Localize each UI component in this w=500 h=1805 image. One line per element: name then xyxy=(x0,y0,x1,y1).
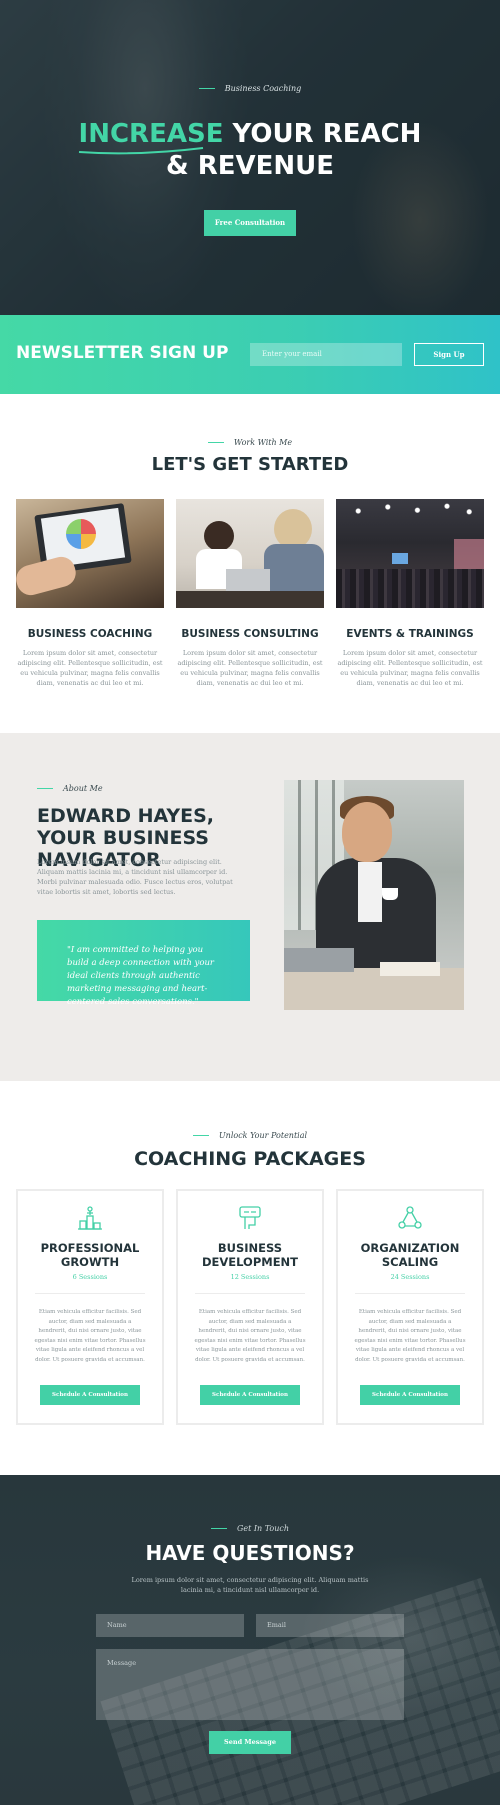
services-list: BUSINESS COACHING Lorem ipsum dolor sit … xyxy=(16,499,484,688)
eyebrow-line xyxy=(192,1135,209,1136)
package-card-scaling: ORGANIZATION SCALING 24 Sessions Etiam v… xyxy=(336,1189,484,1425)
package-sessions: 24 Sessions xyxy=(390,1273,430,1281)
divider xyxy=(35,1293,145,1294)
eyebrow-line xyxy=(210,1528,227,1529)
newsletter-title: NEWSLETTER SIGN UP xyxy=(16,343,229,363)
service-text: Lorem ipsum dolor sit amet, consectetur … xyxy=(177,649,323,687)
packages-eyebrow: Unlock Your Potential xyxy=(0,1131,500,1140)
divider xyxy=(355,1293,465,1294)
newsletter-section: NEWSLETTER SIGN UP Enter your email Sign… xyxy=(0,315,500,394)
about-eyebrow-text: About Me xyxy=(63,784,103,793)
services-title: LET'S GET STARTED xyxy=(151,454,349,475)
schedule-consultation-button[interactable]: Schedule A Consultation xyxy=(360,1385,460,1405)
package-text: Etiam vehicula efficitur facilisis. Sed … xyxy=(194,1309,306,1363)
package-card-growth: PROFESSIONAL GROWTH 6 Sessions Etiam veh… xyxy=(16,1189,164,1425)
services-section: Work With Me LET'S GET STARTED BUSINESS … xyxy=(0,394,500,733)
contact-title: HAVE QUESTIONS? xyxy=(145,1541,355,1565)
message-field[interactable]: Message xyxy=(96,1649,404,1720)
package-sessions: 12 Sessions xyxy=(230,1273,270,1281)
service-text: Lorem ipsum dolor sit amet, consectetur … xyxy=(17,649,163,687)
laptop-shape xyxy=(284,948,354,972)
newsletter-signup-button[interactable]: Sign Up xyxy=(414,343,484,366)
service-title: EVENTS & TRAININGS xyxy=(346,628,474,640)
divider xyxy=(195,1293,305,1294)
hero-title-rest: YOUR REACH xyxy=(223,119,422,149)
packages-eyebrow-text: Unlock Your Potential xyxy=(218,1131,308,1140)
hand-shape xyxy=(16,553,79,599)
underline-swoosh-icon xyxy=(78,147,203,155)
person-head xyxy=(204,521,234,551)
services-eyebrow-text: Work With Me xyxy=(233,438,293,447)
package-text: Etiam vehicula efficitur facilisis. Sed … xyxy=(34,1309,146,1363)
person-head xyxy=(274,509,312,549)
service-card-events: EVENTS & TRAININGS Lorem ipsum dolor sit… xyxy=(336,499,484,688)
stage-screen xyxy=(392,553,408,564)
package-card-development: BUSINESS DEVELOPMENT 12 Sessions Etiam v… xyxy=(176,1189,324,1425)
service-title: BUSINESS CONSULTING xyxy=(181,628,319,640)
contact-section: Get In Touch HAVE QUESTIONS? Lorem ipsum… xyxy=(0,1475,500,1805)
send-message-button[interactable]: Send Message xyxy=(209,1731,291,1754)
laptop-shape xyxy=(226,569,270,593)
eyebrow-line xyxy=(207,442,224,443)
eyebrow-line xyxy=(37,788,53,789)
contact-eyebrow-text: Get In Touch xyxy=(236,1524,290,1533)
about-eyebrow: About Me xyxy=(37,784,103,793)
about-text: Lorem ipsum dolor sit amet, consectetur … xyxy=(37,858,233,896)
coffee-cup-shape xyxy=(382,888,398,900)
about-quote: "I am committed to helping you build a d… xyxy=(37,920,250,1007)
coach-portrait xyxy=(284,780,464,1010)
contact-eyebrow: Get In Touch xyxy=(0,1524,500,1533)
table-shape xyxy=(176,591,324,608)
hero-title-accent-text: INCREASE xyxy=(78,119,224,149)
service-photo-meeting xyxy=(176,499,324,608)
email-field[interactable]: Email xyxy=(256,1614,404,1637)
papers-shape xyxy=(380,962,440,976)
face-shape xyxy=(342,802,392,862)
free-consultation-button[interactable]: Free Consultation xyxy=(204,210,296,236)
contact-text: Lorem ipsum dolor sit amet, consectetur … xyxy=(131,1576,369,1594)
package-sessions: 6 Sessions xyxy=(72,1273,108,1281)
hero-section: Business Coaching INCREASE YOUR REACH & … xyxy=(0,0,500,315)
service-photo-laptop-chart xyxy=(16,499,164,608)
name-field[interactable]: Name xyxy=(96,1614,244,1637)
hero-title-accent: INCREASE xyxy=(78,119,224,155)
ceiling-lights xyxy=(336,499,484,539)
packages-title: COACHING PACKAGES xyxy=(134,1148,366,1170)
service-card-coaching: BUSINESS COACHING Lorem ipsum dolor sit … xyxy=(16,499,164,688)
newsletter-email-input[interactable]: Enter your email xyxy=(250,343,402,366)
about-section: About Me EDWARD HAYES, YOUR BUSINESS NAV… xyxy=(0,733,500,1081)
packages-list: PROFESSIONAL GROWTH 6 Sessions Etiam veh… xyxy=(16,1189,484,1425)
network-icon xyxy=(398,1206,422,1229)
hero-eyebrow-text: Business Coaching xyxy=(224,84,302,93)
schedule-consultation-button[interactable]: Schedule A Consultation xyxy=(40,1385,140,1405)
hero-content: Business Coaching INCREASE YOUR REACH & … xyxy=(0,84,500,236)
schedule-consultation-button[interactable]: Schedule A Consultation xyxy=(200,1385,300,1405)
pie-chart-image xyxy=(66,519,96,549)
eyebrow-line xyxy=(198,88,215,89)
services-eyebrow: Work With Me xyxy=(0,438,500,447)
package-title: BUSINESS DEVELOPMENT xyxy=(201,1241,299,1269)
package-text: Etiam vehicula efficitur facilisis. Sed … xyxy=(354,1309,466,1363)
hero-title: INCREASE YOUR REACH & REVENUE xyxy=(0,118,500,182)
service-text: Lorem ipsum dolor sit amet, consectetur … xyxy=(337,649,483,687)
audience xyxy=(336,569,484,608)
hero-eyebrow: Business Coaching xyxy=(0,84,500,93)
handshake-icon xyxy=(239,1206,261,1229)
packages-section: Unlock Your Potential COACHING PACKAGES … xyxy=(0,1081,500,1475)
shirt-shape xyxy=(358,862,382,922)
package-title: ORGANIZATION SCALING xyxy=(360,1241,460,1269)
package-title: PROFESSIONAL GROWTH xyxy=(40,1241,140,1269)
service-card-consulting: BUSINESS CONSULTING Lorem ipsum dolor si… xyxy=(176,499,324,688)
service-title: BUSINESS COACHING xyxy=(27,628,153,640)
service-photo-conference xyxy=(336,499,484,608)
podium-icon xyxy=(78,1206,102,1230)
stage-light xyxy=(454,539,484,569)
